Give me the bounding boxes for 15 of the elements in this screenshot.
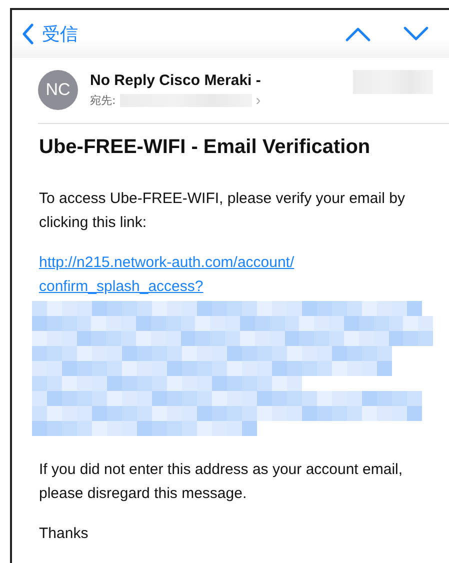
sender-avatar: NC: [38, 70, 78, 110]
back-icon: [22, 23, 34, 45]
chevron-icon: ›: [256, 92, 261, 108]
body-paragraph: Thanks: [39, 524, 90, 544]
back-button[interactable]: 受信: [22, 22, 78, 46]
chevron-up-icon: [345, 26, 371, 42]
verification-link[interactable]: http://n215.network-auth.com/account/ confirm_splash_access?: [39, 251, 339, 299]
sender-name: No Reply Cisco Meraki -: [90, 72, 262, 88]
to-label: 宛先:: [90, 92, 116, 108]
previous-button[interactable]: [345, 26, 371, 42]
next-button[interactable]: [403, 26, 429, 42]
body-paragraph: To access Ube-FREE-WIFI, please verify your email by clicking this link:: [39, 189, 406, 233]
chevron-down-icon: [403, 26, 429, 42]
body-paragraph: If you did not enter this address as your account email, please disregard this message.: [39, 460, 404, 504]
email-subject: Ube-FREE-WIFI - Email Verification: [39, 136, 372, 159]
